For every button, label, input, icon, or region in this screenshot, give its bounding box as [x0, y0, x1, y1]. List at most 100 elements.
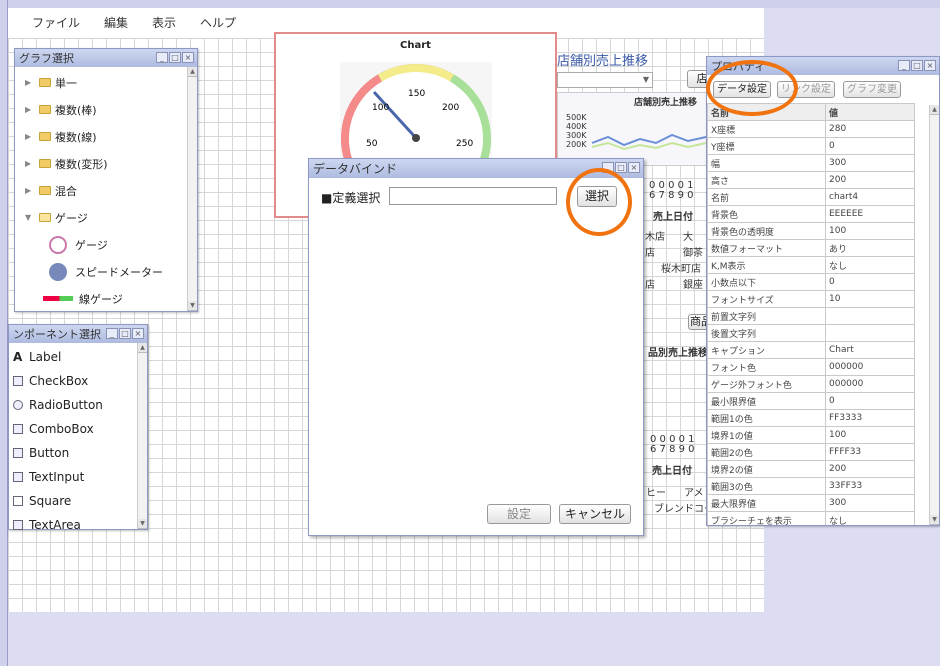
- property-value-cell[interactable]: なし: [825, 511, 915, 525]
- component-label[interactable]: A Label: [9, 345, 147, 369]
- component-textinput[interactable]: TextInput: [9, 465, 147, 489]
- component-combobox[interactable]: ComboBox: [9, 417, 147, 441]
- minimize-icon[interactable]: _: [106, 328, 118, 339]
- property-row[interactable]: キャプション Chart: [707, 341, 915, 359]
- property-row[interactable]: 境界2の値 200: [707, 460, 915, 478]
- property-row[interactable]: 名前 chart4: [707, 188, 915, 206]
- tree-folder-multi-line[interactable]: ▶ 複数(線): [15, 123, 197, 150]
- tree-item-speedometer[interactable]: スピードメーター: [15, 258, 197, 285]
- ok-button[interactable]: 設定: [487, 504, 551, 524]
- property-row[interactable]: 範囲2の色 FFFF33: [707, 443, 915, 461]
- tree-folder-multi-variant[interactable]: ▶ 複数(変形): [15, 150, 197, 177]
- property-value-cell[interactable]: なし: [825, 256, 915, 274]
- property-value-cell[interactable]: FF3333: [825, 409, 915, 427]
- property-row[interactable]: X座標 280: [707, 120, 915, 138]
- property-row[interactable]: 範囲3の色 33FF33: [707, 477, 915, 495]
- property-row[interactable]: フォント色 000000: [707, 358, 915, 376]
- property-row[interactable]: 最大限界値 300: [707, 494, 915, 512]
- property-value-cell[interactable]: Chart: [825, 341, 915, 359]
- expand-arrow-icon[interactable]: ▶: [25, 105, 35, 114]
- property-value-cell[interactable]: 0: [825, 137, 915, 155]
- menu-help[interactable]: ヘルプ: [200, 14, 236, 31]
- property-value-cell[interactable]: 000000: [825, 375, 915, 393]
- component-button[interactable]: Button: [9, 441, 147, 465]
- tree-folder-single[interactable]: ▶ 単一: [15, 69, 197, 96]
- expand-arrow-icon[interactable]: ▶: [25, 78, 35, 87]
- component-textarea[interactable]: TextArea: [9, 513, 147, 537]
- property-value-cell[interactable]: 280: [825, 120, 915, 138]
- property-value-cell[interactable]: あり: [825, 239, 915, 257]
- property-value-cell[interactable]: chart4: [825, 188, 915, 206]
- maximize-icon[interactable]: □: [911, 60, 923, 71]
- property-row[interactable]: 高さ 200: [707, 171, 915, 189]
- property-row[interactable]: ゲージ外フォント色 000000: [707, 375, 915, 393]
- tree-folder-multi-bar[interactable]: ▶ 複数(棒): [15, 96, 197, 123]
- property-row[interactable]: 小数点以下 0: [707, 273, 915, 291]
- property-row[interactable]: 背景色の透明度 100: [707, 222, 915, 240]
- scroll-up-icon[interactable]: ▲: [138, 343, 147, 353]
- property-value-cell[interactable]: FFFF33: [825, 443, 915, 461]
- property-value-cell[interactable]: 0: [825, 273, 915, 291]
- expand-arrow-icon[interactable]: ▶: [25, 159, 35, 168]
- close-icon[interactable]: ×: [182, 52, 194, 63]
- property-value-cell[interactable]: 0: [825, 392, 915, 410]
- maximize-icon[interactable]: □: [615, 162, 627, 173]
- minimize-icon[interactable]: _: [156, 52, 168, 63]
- property-value-cell[interactable]: 100: [825, 426, 915, 444]
- collapse-arrow-icon[interactable]: ▼: [25, 213, 35, 222]
- maximize-icon[interactable]: □: [169, 52, 181, 63]
- property-scrollbar[interactable]: ▲ ▼: [929, 105, 939, 525]
- property-value-cell[interactable]: [825, 307, 915, 325]
- scroll-down-icon[interactable]: ▼: [930, 515, 939, 525]
- expand-arrow-icon[interactable]: ▶: [25, 186, 35, 195]
- component-checkbox[interactable]: CheckBox: [9, 369, 147, 393]
- close-icon[interactable]: ×: [132, 328, 144, 339]
- property-row[interactable]: 背景色 EEEEEE: [707, 205, 915, 223]
- component-radiobutton[interactable]: RadioButton: [9, 393, 147, 417]
- menu-edit[interactable]: 編集: [104, 14, 128, 31]
- property-value-cell[interactable]: [825, 324, 915, 342]
- scroll-down-icon[interactable]: ▼: [188, 301, 197, 311]
- component-square[interactable]: Square: [9, 489, 147, 513]
- graph-select-titlebar[interactable]: グラフ選択 _ □ ×: [15, 49, 197, 67]
- tree-item-line-gauge[interactable]: 線ゲージ: [15, 285, 197, 312]
- close-icon[interactable]: ×: [924, 60, 936, 71]
- property-row[interactable]: 後置文字列: [707, 324, 915, 342]
- property-row[interactable]: ブラシーチェを表示 なし: [707, 511, 915, 525]
- definition-input[interactable]: [389, 187, 557, 205]
- tree-folder-gauge[interactable]: ▼ ゲージ: [15, 204, 197, 231]
- component-select-titlebar[interactable]: ンポーネント選択 _ □ ×: [9, 325, 147, 343]
- maximize-icon[interactable]: □: [119, 328, 131, 339]
- store-dropdown[interactable]: ▼: [557, 72, 653, 88]
- property-value-cell[interactable]: 200: [825, 171, 915, 189]
- property-row[interactable]: 境界1の値 100: [707, 426, 915, 444]
- scroll-up-icon[interactable]: ▲: [188, 67, 197, 77]
- cancel-button[interactable]: キャンセル: [559, 504, 631, 524]
- property-value-cell[interactable]: 100: [825, 222, 915, 240]
- property-value-cell[interactable]: 200: [825, 460, 915, 478]
- menu-view[interactable]: 表示: [152, 14, 176, 31]
- property-row[interactable]: 前置文字列: [707, 307, 915, 325]
- property-row[interactable]: Y座標 0: [707, 137, 915, 155]
- property-value-cell[interactable]: 000000: [825, 358, 915, 376]
- property-value-cell[interactable]: 10: [825, 290, 915, 308]
- close-icon[interactable]: ×: [628, 162, 640, 173]
- property-row[interactable]: K,M表示 なし: [707, 256, 915, 274]
- property-value-cell[interactable]: 300: [825, 494, 915, 512]
- change-graph-button[interactable]: グラフ変更: [843, 81, 901, 98]
- scroll-down-icon[interactable]: ▼: [138, 519, 147, 529]
- tree-item-gauge[interactable]: ゲージ: [15, 231, 197, 258]
- expand-arrow-icon[interactable]: ▶: [25, 132, 35, 141]
- property-value-cell[interactable]: EEEEEE: [825, 205, 915, 223]
- property-row[interactable]: 最小限界値 0: [707, 392, 915, 410]
- property-value-cell[interactable]: 300: [825, 154, 915, 172]
- property-row[interactable]: 幅 300: [707, 154, 915, 172]
- property-row[interactable]: 範囲1の色 FF3333: [707, 409, 915, 427]
- property-row[interactable]: フォントサイズ 10: [707, 290, 915, 308]
- property-value-cell[interactable]: 33FF33: [825, 477, 915, 495]
- scroll-up-icon[interactable]: ▲: [930, 105, 939, 115]
- tree-folder-mixed[interactable]: ▶ 混合: [15, 177, 197, 204]
- minimize-icon[interactable]: _: [898, 60, 910, 71]
- menu-file[interactable]: ファイル: [32, 14, 80, 31]
- component-panel-scrollbar[interactable]: ▲ ▼: [137, 343, 147, 529]
